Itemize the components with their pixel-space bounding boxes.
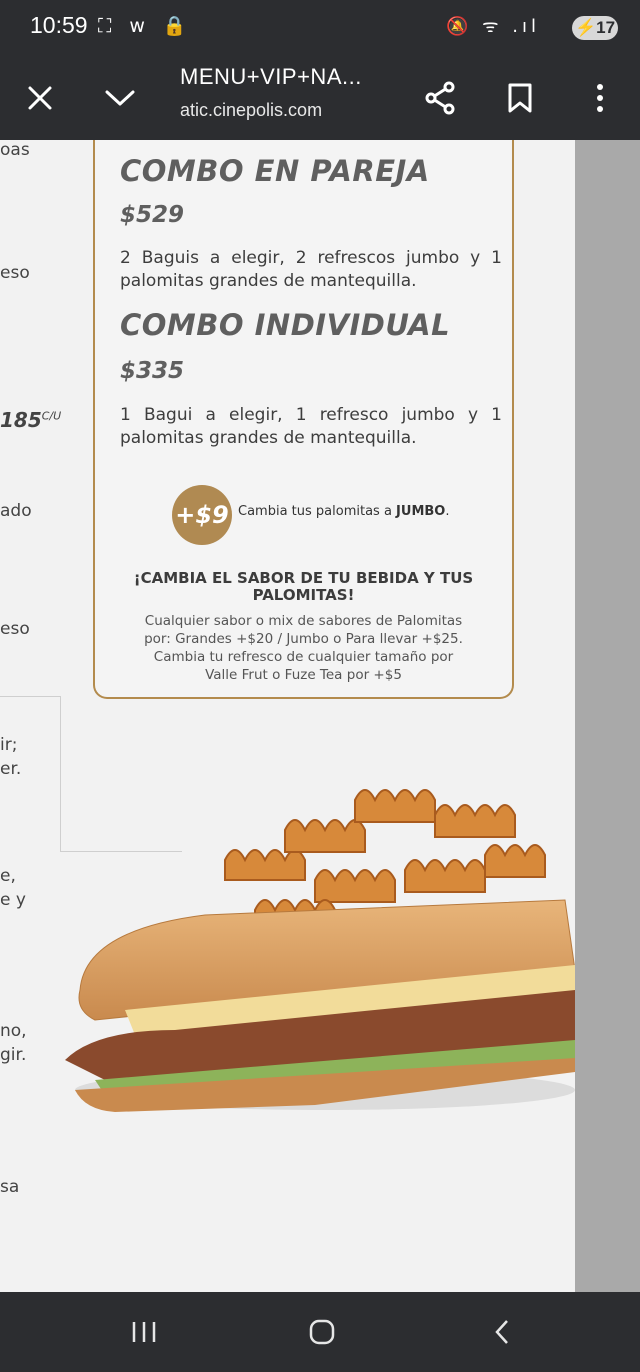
recent-apps-icon[interactable] [122,1314,166,1350]
close-icon[interactable] [18,76,62,120]
left-text-fragment: oas [0,140,30,160]
upgrade-price-badge: +$9 [172,485,232,545]
left-price-fragment: 185C/U [0,408,62,432]
pdf-page[interactable]: oas eso 185C/U ado eso ir; er. e, e y no… [0,140,575,1292]
left-text-fragment: er. [0,759,22,779]
change-flavor-details: Cualquier sabor o mix de sabores de Palo… [144,613,463,683]
back-icon[interactable] [480,1314,524,1350]
page-title[interactable]: MENU+VIP+NA... [180,64,362,90]
battery-icon: ⚡17 [572,16,618,40]
combo-individual-title: COMBO INDIVIDUAL [120,308,451,342]
sandwich-image [65,789,575,1112]
left-text-fragment: e y [0,890,26,910]
combo-individual-price: $335 [120,358,185,384]
system-icons: 🔕 ᯤ .ıl [445,16,540,37]
left-text-fragment: eso [0,619,30,639]
left-text-fragment: e, [0,866,16,886]
bookmark-icon[interactable] [498,76,542,120]
left-text-fragment: no, [0,1021,27,1041]
left-text-fragment: ado [0,501,32,521]
left-text-fragment: sa [0,1177,20,1197]
combo-pareja-title: COMBO EN PAREJA [120,154,430,188]
left-text-fragment: gir. [0,1045,27,1065]
combo-pareja-price: $529 [120,202,185,228]
upgrade-text: Cambia tus palomitas a JUMBO. [238,504,450,519]
chevron-down-icon[interactable] [98,76,142,120]
navigation-bar [0,1292,640,1372]
combo-pareja-description: 2 Baguis a elegir, 2 refrescos jumbo y 1… [120,248,502,291]
page-url[interactable]: atic.cinepolis.com [180,100,322,121]
combo-card: COMBO EN PAREJA $529 2 Baguis a elegir, … [93,140,514,699]
more-options-icon[interactable] [578,76,622,120]
browser-toolbar: MENU+VIP+NA... atic.cinepolis.com [0,56,640,140]
share-icon[interactable] [418,76,462,120]
divider [0,696,60,697]
left-text-fragment: eso [0,263,30,283]
combo-individual-description: 1 Bagui a elegir, 1 refresco jumbo y 1 p… [120,405,502,448]
home-icon[interactable] [300,1314,344,1350]
battery-level: 17 [596,18,616,37]
clock: 10:59 [30,12,88,38]
notification-icons: ⛶ w 🔒 [98,15,193,37]
status-bar: 10:59 ⛶ w 🔒 🔕 ᯤ .ıl ⚡17 [0,0,640,56]
left-text-fragment: ir; [0,735,18,755]
page-margin [575,140,640,1292]
change-flavor-heading: ¡CAMBIA EL SABOR DE TU BEBIDA Y TUS PALO… [133,569,474,604]
